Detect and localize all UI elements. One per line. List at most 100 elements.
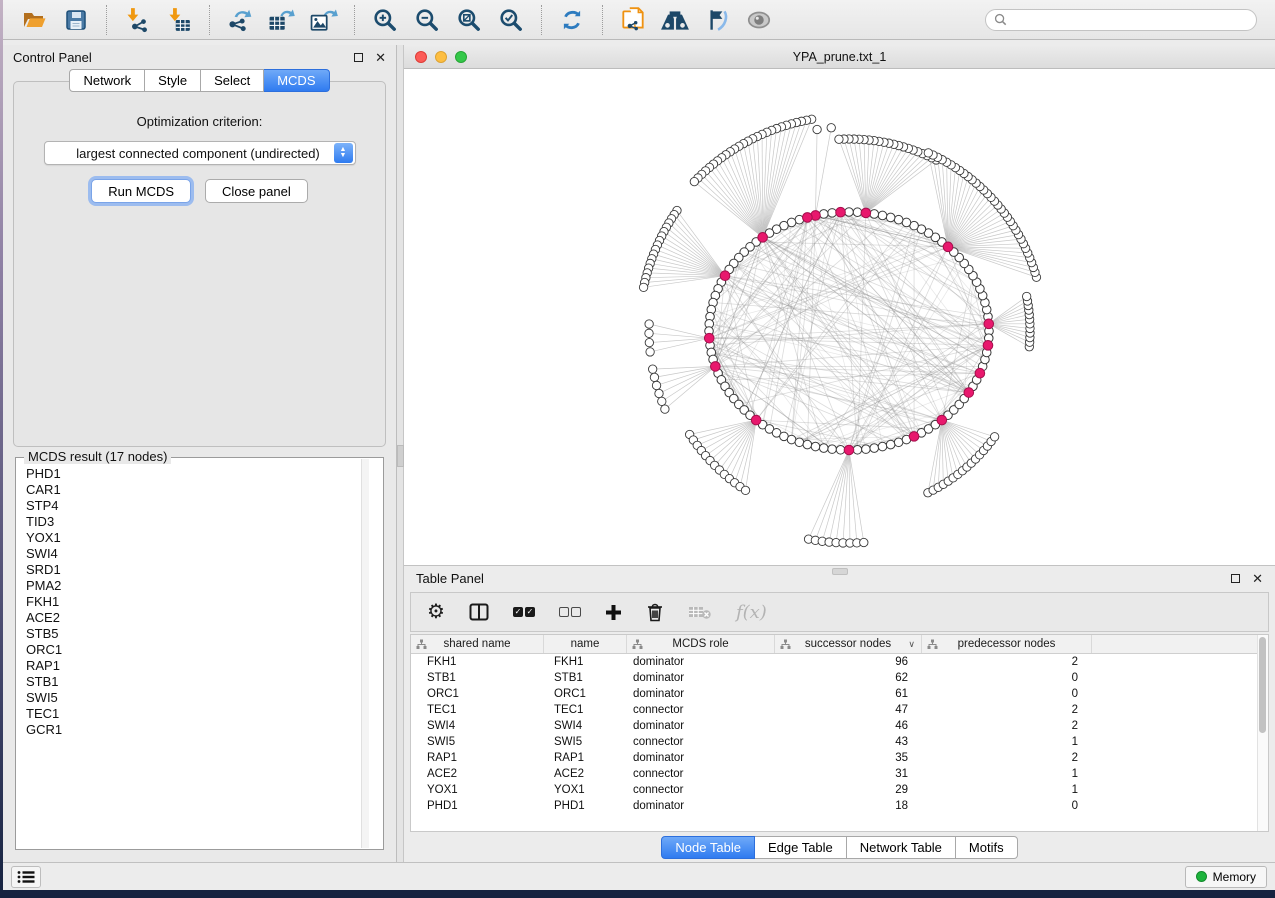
export-network-button[interactable] bbox=[222, 4, 258, 36]
clone-network-button[interactable] bbox=[615, 4, 651, 36]
close-panel-button[interactable]: Close panel bbox=[205, 179, 308, 203]
table-row[interactable]: STB1STB1dominator620 bbox=[411, 670, 1268, 686]
column-header-MCDS-role[interactable]: MCDS role bbox=[627, 635, 775, 653]
column-header-shared-name[interactable]: shared name bbox=[411, 635, 544, 653]
search-input[interactable] bbox=[1007, 13, 1248, 27]
table-row[interactable]: RAP1RAP1dominator352 bbox=[411, 750, 1268, 766]
table-header-row: shared namenameMCDS rolesuccessor nodes∨… bbox=[411, 635, 1268, 654]
table-toolbar: ⚙ ✓✓ bbox=[410, 592, 1269, 632]
mcds-result-item[interactable]: ACE2 bbox=[26, 610, 373, 626]
table-row[interactable]: TEC1TEC1connector472 bbox=[411, 702, 1268, 718]
column-header-name[interactable]: name bbox=[544, 635, 627, 653]
mcds-result-item[interactable]: YOX1 bbox=[26, 530, 373, 546]
select-all-icon[interactable]: ✓✓ bbox=[513, 597, 535, 627]
table-body: FKH1FKH1dominator962STB1STB1dominator620… bbox=[411, 654, 1268, 814]
zoom-out-button[interactable] bbox=[409, 4, 445, 36]
memory-button[interactable]: Memory bbox=[1185, 866, 1267, 888]
tab-mcds[interactable]: MCDS bbox=[264, 69, 329, 92]
tab-network[interactable]: Network bbox=[69, 69, 145, 92]
network-search-field[interactable] bbox=[985, 9, 1257, 31]
table-cell: FKH1 bbox=[411, 656, 544, 668]
column-header-successor-nodes[interactable]: successor nodes∨ bbox=[775, 635, 922, 653]
mcds-result-list[interactable]: PHD1CAR1STP4TID3YOX1SWI4SRD1PMA2FKH1ACE2… bbox=[16, 458, 383, 849]
mcds-result-item[interactable]: PHD1 bbox=[26, 466, 373, 482]
table-tab-node-table[interactable]: Node Table bbox=[661, 836, 755, 859]
export-table-button[interactable] bbox=[264, 4, 300, 36]
window-zoom-button[interactable] bbox=[455, 51, 467, 63]
optimization-criterion-dropdown[interactable]: largest connected component (undirected)… bbox=[44, 141, 356, 165]
table-row[interactable]: ORC1ORC1dominator610 bbox=[411, 686, 1268, 702]
zoom-selected-button[interactable] bbox=[493, 4, 529, 36]
task-history-button[interactable] bbox=[11, 866, 41, 888]
import-table-button[interactable] bbox=[161, 4, 197, 36]
table-cell: ORC1 bbox=[411, 688, 544, 700]
show-eye-button[interactable] bbox=[741, 4, 777, 36]
result-list-scrollbar[interactable] bbox=[361, 459, 369, 848]
mcds-result-item[interactable]: FKH1 bbox=[26, 594, 373, 610]
settings-gear-icon[interactable]: ⚙ bbox=[427, 597, 445, 627]
vertical-splitter[interactable] bbox=[397, 45, 404, 862]
table-row[interactable]: ACE2ACE2connector311 bbox=[411, 766, 1268, 782]
tab-select[interactable]: Select bbox=[201, 69, 264, 92]
export-image-button[interactable] bbox=[306, 4, 342, 36]
refresh-button[interactable] bbox=[554, 4, 590, 36]
table-cell: 1 bbox=[922, 784, 1092, 796]
mcds-result-item[interactable]: STP4 bbox=[26, 498, 373, 514]
mcds-result-item[interactable]: TID3 bbox=[26, 514, 373, 530]
table-row[interactable]: SWI5SWI5connector431 bbox=[411, 734, 1268, 750]
horizontal-splitter-grip[interactable] bbox=[832, 568, 848, 575]
import-table-icon bbox=[166, 7, 192, 33]
open-session-button[interactable] bbox=[16, 4, 52, 36]
column-layout-icon[interactable] bbox=[469, 597, 489, 627]
mcds-result-item[interactable]: STB5 bbox=[26, 626, 373, 642]
mcds-result-item[interactable]: RAP1 bbox=[26, 658, 373, 674]
mcds-result-item[interactable]: PMA2 bbox=[26, 578, 373, 594]
table-tab-network-table[interactable]: Network Table bbox=[847, 836, 956, 859]
mcds-result-item[interactable]: ORC1 bbox=[26, 642, 373, 658]
mcds-result-item[interactable]: GCR1 bbox=[26, 722, 373, 738]
table-scrollbar-thumb[interactable] bbox=[1259, 637, 1266, 733]
node-table[interactable]: shared namenameMCDS rolesuccessor nodes∨… bbox=[410, 634, 1269, 832]
table-scrollbar[interactable] bbox=[1257, 635, 1268, 831]
dominator-node bbox=[758, 233, 768, 243]
export-network-icon bbox=[226, 7, 254, 33]
zoom-in-button[interactable] bbox=[367, 4, 403, 36]
table-row[interactable]: PHD1PHD1dominator180 bbox=[411, 798, 1268, 814]
window-minimize-button[interactable] bbox=[435, 51, 447, 63]
column-header-predecessor-nodes[interactable]: predecessor nodes bbox=[922, 635, 1092, 653]
table-row[interactable]: YOX1YOX1connector291 bbox=[411, 782, 1268, 798]
splitter-grip[interactable] bbox=[397, 445, 404, 467]
network-view-canvas[interactable] bbox=[404, 69, 1275, 565]
table-tab-edge-table[interactable]: Edge Table bbox=[755, 836, 847, 859]
export-table-icon bbox=[267, 7, 297, 33]
column-header-filler bbox=[1092, 635, 1268, 653]
close-table-panel-icon[interactable]: ✕ bbox=[1252, 572, 1263, 585]
network-graph[interactable] bbox=[404, 69, 1275, 565]
save-session-button[interactable] bbox=[58, 4, 94, 36]
mcds-result-item[interactable]: CAR1 bbox=[26, 482, 373, 498]
search-network-button[interactable] bbox=[657, 4, 693, 36]
table-tab-motifs[interactable]: Motifs bbox=[956, 836, 1018, 859]
table-row[interactable]: FKH1FKH1dominator962 bbox=[411, 654, 1268, 670]
zoom-fit-button[interactable] bbox=[451, 4, 487, 36]
mcds-result-item[interactable]: SWI5 bbox=[26, 690, 373, 706]
delete-column-icon[interactable] bbox=[646, 597, 664, 627]
tab-style[interactable]: Style bbox=[145, 69, 201, 92]
mcds-result-item[interactable]: TEC1 bbox=[26, 706, 373, 722]
float-table-panel-icon[interactable] bbox=[1231, 574, 1240, 583]
float-panel-icon[interactable] bbox=[354, 53, 363, 62]
table-cell: 62 bbox=[775, 672, 922, 684]
mcds-result-item[interactable]: SWI4 bbox=[26, 546, 373, 562]
network-window-titlebar[interactable]: YPA_prune.txt_1 bbox=[404, 45, 1275, 69]
mcds-result-item[interactable]: STB1 bbox=[26, 674, 373, 690]
dominator-node bbox=[943, 242, 953, 252]
close-panel-icon[interactable]: ✕ bbox=[375, 51, 386, 64]
add-column-icon[interactable] bbox=[605, 597, 622, 627]
run-mcds-button[interactable]: Run MCDS bbox=[91, 179, 191, 203]
mcds-result-item[interactable]: SRD1 bbox=[26, 562, 373, 578]
window-close-button[interactable] bbox=[415, 51, 427, 63]
deselect-all-icon[interactable] bbox=[559, 597, 581, 627]
hide-flag-button[interactable] bbox=[699, 4, 735, 36]
import-network-button[interactable] bbox=[119, 4, 155, 36]
table-row[interactable]: SWI4SWI4dominator462 bbox=[411, 718, 1268, 734]
